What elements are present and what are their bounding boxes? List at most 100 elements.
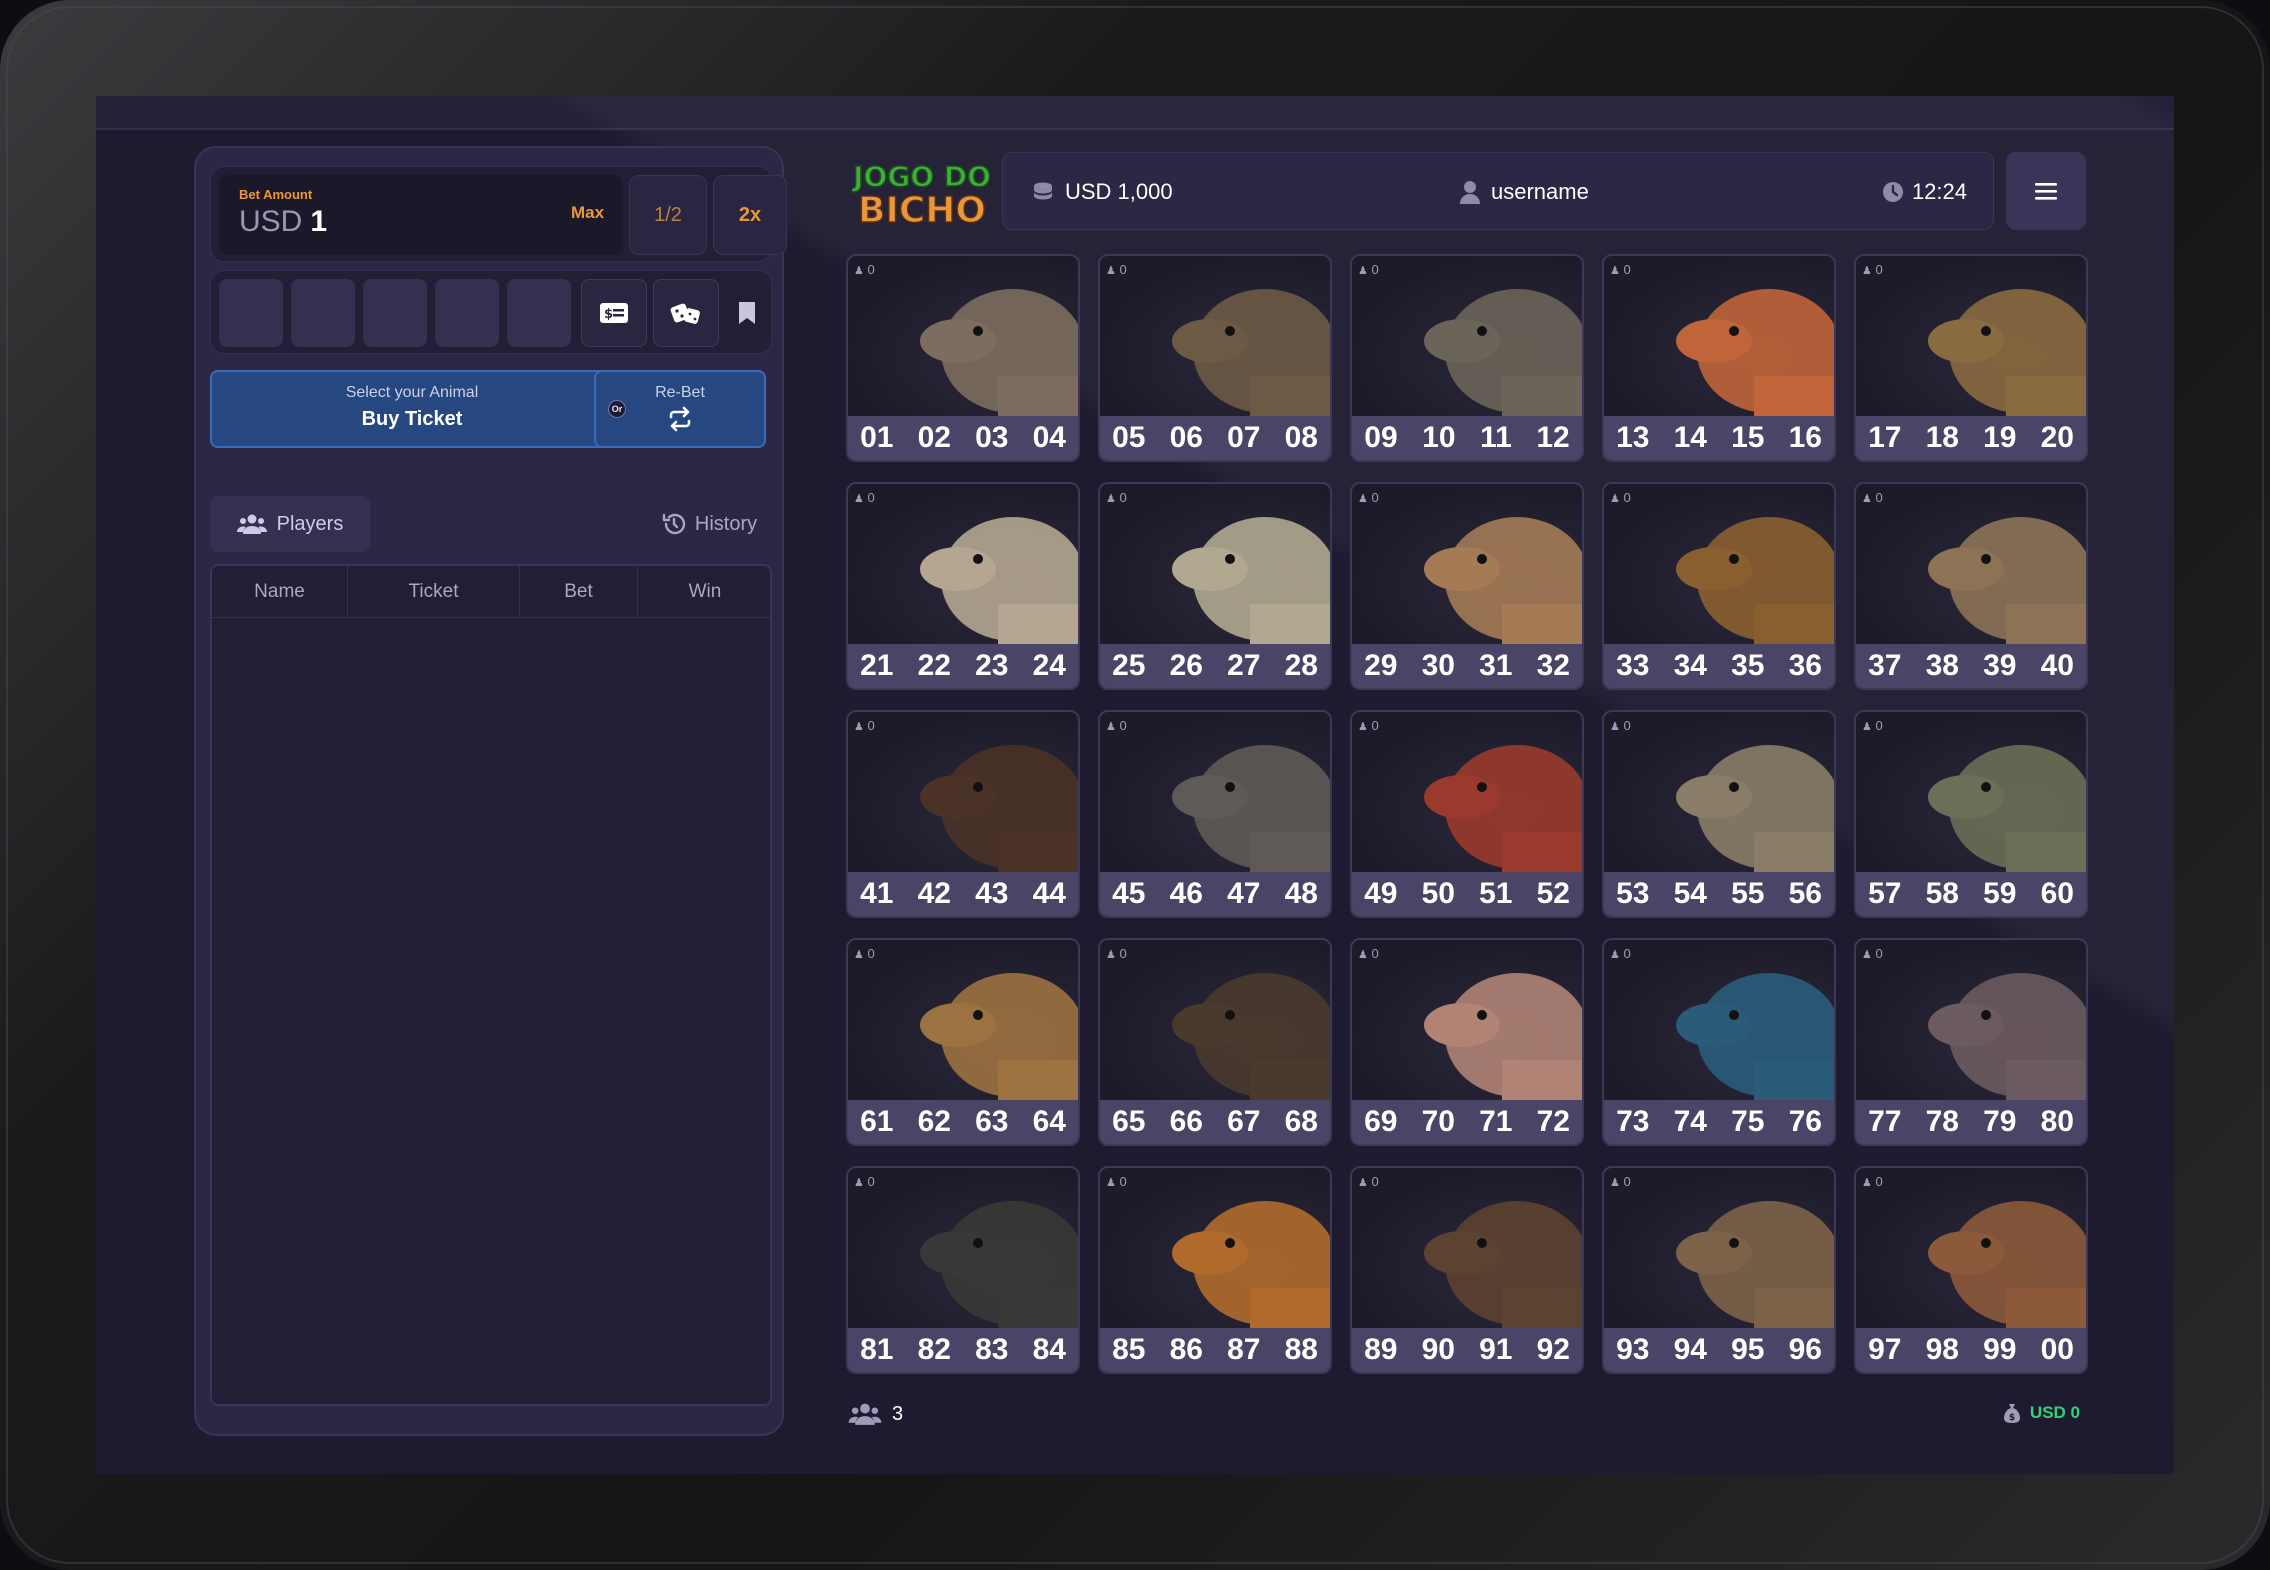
animal-number[interactable]: 11 (1480, 421, 1512, 455)
column-bet[interactable]: Bet (520, 566, 638, 618)
animal-number[interactable]: 18 (1926, 421, 1959, 455)
animal-number[interactable]: 94 (1674, 1333, 1707, 1367)
animal-number[interactable]: 82 (918, 1333, 951, 1367)
animal-card-goat[interactable]: ♟ 0 21 22 23 24 (846, 482, 1080, 690)
animal-card-lion[interactable]: ♟ 0 61 62 63 64 (846, 938, 1080, 1146)
animal-number[interactable]: 41 (860, 877, 893, 911)
animal-number[interactable]: 29 (1364, 649, 1397, 683)
animal-number[interactable]: 85 (1112, 1333, 1145, 1367)
animal-number[interactable]: 09 (1364, 421, 1397, 455)
bet-amount-input[interactable]: Bet Amount USD 1 Max (219, 175, 623, 255)
ticket-slot[interactable] (507, 279, 571, 347)
animal-number[interactable]: 04 (1033, 421, 1066, 455)
animal-number[interactable]: 45 (1112, 877, 1145, 911)
random-pick-button[interactable] (653, 279, 719, 347)
animal-number[interactable]: 44 (1033, 877, 1066, 911)
animal-number[interactable]: 48 (1285, 877, 1318, 911)
half-bet-button[interactable]: 1/2 (629, 175, 707, 255)
animal-number[interactable]: 90 (1422, 1333, 1455, 1367)
animal-number[interactable]: 70 (1422, 1105, 1455, 1139)
animal-number[interactable]: 28 (1285, 649, 1318, 683)
animal-number[interactable]: 84 (1033, 1333, 1066, 1367)
animal-number[interactable]: 38 (1926, 649, 1959, 683)
animal-number[interactable]: 50 (1422, 877, 1455, 911)
animal-number[interactable]: 26 (1170, 649, 1203, 683)
animal-number[interactable]: 76 (1789, 1105, 1822, 1139)
animal-card-rabbit[interactable]: ♟ 0 37 38 39 40 (1854, 482, 2088, 690)
animal-card-deer[interactable]: ♟ 0 93 94 95 96 (1602, 1166, 1836, 1374)
column-win[interactable]: Win (638, 566, 772, 618)
animal-number[interactable]: 73 (1616, 1105, 1649, 1139)
animal-number[interactable]: 36 (1789, 649, 1822, 683)
animal-number[interactable]: 57 (1868, 877, 1901, 911)
animal-card-horse[interactable]: ♟ 0 41 42 43 44 (846, 710, 1080, 918)
tab-history[interactable]: History (644, 496, 774, 552)
animal-number[interactable]: 71 (1479, 1105, 1512, 1139)
animal-number[interactable]: 14 (1674, 421, 1707, 455)
animal-card-eagle[interactable]: ♟ 0 05 06 07 08 (1098, 254, 1332, 462)
animal-number[interactable]: 33 (1616, 649, 1649, 683)
animal-number[interactable]: 52 (1537, 877, 1570, 911)
animal-card-alligator[interactable]: ♟ 0 57 58 59 60 (1854, 710, 2088, 918)
animal-number[interactable]: 47 (1227, 877, 1260, 911)
animal-number[interactable]: 79 (1983, 1105, 2016, 1139)
animal-number[interactable]: 83 (975, 1333, 1008, 1367)
animal-number[interactable]: 54 (1674, 877, 1707, 911)
animal-number[interactable]: 03 (975, 421, 1008, 455)
animal-number[interactable]: 32 (1537, 649, 1570, 683)
animal-number[interactable]: 62 (918, 1105, 951, 1139)
animal-number[interactable]: 53 (1616, 877, 1649, 911)
animal-number[interactable]: 49 (1364, 877, 1397, 911)
animal-card-monkey[interactable]: ♟ 0 65 66 67 68 (1098, 938, 1332, 1146)
animal-number[interactable]: 58 (1926, 877, 1959, 911)
animal-number[interactable]: 77 (1868, 1105, 1901, 1139)
animal-number[interactable]: 99 (1983, 1333, 2016, 1367)
animal-card-elephant[interactable]: ♟ 0 45 46 47 48 (1098, 710, 1332, 918)
animal-card-butterfly[interactable]: ♟ 0 13 14 15 16 (1602, 254, 1836, 462)
animal-number[interactable]: 65 (1112, 1105, 1145, 1139)
max-button[interactable]: Max (571, 203, 604, 223)
animal-number[interactable]: 59 (1983, 877, 2016, 911)
animal-number[interactable]: 93 (1616, 1333, 1649, 1367)
animal-number[interactable]: 07 (1227, 421, 1260, 455)
animal-number[interactable]: 91 (1479, 1333, 1512, 1367)
animal-card-donkey[interactable]: ♟ 0 09 10 11 12 (1350, 254, 1584, 462)
animal-card-sheep[interactable]: ♟ 0 25 26 27 28 (1098, 482, 1332, 690)
animal-card-dog[interactable]: ♟ 0 17 18 19 20 (1854, 254, 2088, 462)
animal-number[interactable]: 56 (1789, 877, 1822, 911)
animal-card-rooster[interactable]: ♟ 0 49 50 51 52 (1350, 710, 1584, 918)
animal-number[interactable]: 22 (918, 649, 951, 683)
menu-button[interactable] (2006, 152, 2086, 230)
animal-card-peacock[interactable]: ♟ 0 73 74 75 76 (1602, 938, 1836, 1146)
animal-number[interactable]: 17 (1868, 421, 1901, 455)
animal-card-cat[interactable]: ♟ 0 53 54 55 56 (1602, 710, 1836, 918)
buy-ticket-button[interactable]: Select your Animal Buy Ticket (210, 370, 614, 448)
animal-number[interactable]: 25 (1112, 649, 1145, 683)
animal-number[interactable]: 96 (1789, 1333, 1822, 1367)
animal-number[interactable]: 01 (860, 421, 893, 455)
animal-number[interactable]: 95 (1731, 1333, 1764, 1367)
animal-number[interactable]: 00 (2041, 1333, 2074, 1367)
ticket-slot[interactable] (291, 279, 355, 347)
tab-players[interactable]: Players (210, 496, 370, 552)
animal-number[interactable]: 80 (2041, 1105, 2074, 1139)
animal-number[interactable]: 40 (2041, 649, 2074, 683)
animal-number[interactable]: 24 (1033, 649, 1066, 683)
ticket-button[interactable]: $ (581, 279, 647, 347)
animal-card-cow[interactable]: ♟ 0 97 98 99 00 (1854, 1166, 2088, 1374)
animal-number[interactable]: 46 (1170, 877, 1203, 911)
animal-number[interactable]: 21 (860, 649, 893, 683)
animal-number[interactable]: 88 (1285, 1333, 1318, 1367)
animal-number[interactable]: 72 (1537, 1105, 1570, 1139)
animal-number[interactable]: 12 (1536, 421, 1569, 455)
animal-number[interactable]: 30 (1422, 649, 1455, 683)
animal-number[interactable]: 67 (1227, 1105, 1260, 1139)
animal-number[interactable]: 10 (1422, 421, 1455, 455)
animal-card-bull[interactable]: ♟ 0 81 82 83 84 (846, 1166, 1080, 1374)
animal-number[interactable]: 15 (1731, 421, 1764, 455)
animal-number[interactable]: 55 (1731, 877, 1764, 911)
animal-number[interactable]: 06 (1170, 421, 1203, 455)
animal-number[interactable]: 97 (1868, 1333, 1901, 1367)
animal-card-snake[interactable]: ♟ 0 33 34 35 36 (1602, 482, 1836, 690)
animal-number[interactable]: 92 (1537, 1333, 1570, 1367)
